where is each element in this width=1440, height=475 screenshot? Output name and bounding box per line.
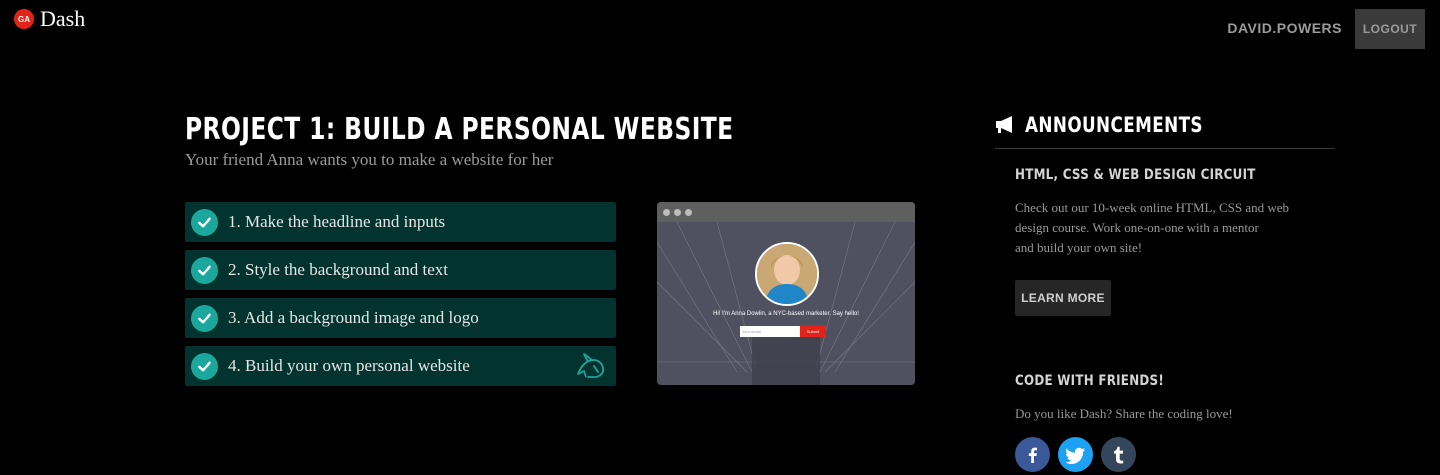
course-description: Check out our 10-week online HTML, CSS a… — [1015, 198, 1289, 258]
project-subtitle: Your friend Anna wants you to make a web… — [185, 150, 554, 169]
twitter-share-button[interactable] — [1058, 437, 1093, 472]
window-dot-icon — [674, 208, 681, 216]
step-label: 1. Make the headline and inputs — [228, 212, 446, 231]
step-label: 3. Add a background image and logo — [228, 308, 479, 327]
browser-bar — [657, 202, 915, 222]
project-title: PROJECT 1: BUILD A PERSONAL WEBSITE — [185, 112, 734, 147]
preview-body: Hi! I'm Anna Dowlin, a NYC-based markete… — [657, 222, 915, 385]
tumblr-share-button[interactable] — [1101, 437, 1136, 472]
megaphone-icon — [996, 116, 1012, 133]
logout-button[interactable]: LOGOUT — [1355, 9, 1425, 49]
username[interactable]: DAVID.POWERS — [1227, 20, 1342, 36]
step-item-3[interactable]: 3. Add a background image and logo — [185, 298, 616, 338]
step-label: 2. Style the background and text — [228, 260, 449, 279]
avatar — [755, 242, 819, 306]
step-label: 4. Build your own personal website — [228, 356, 470, 375]
divider — [995, 148, 1335, 149]
twitter-icon — [1065, 447, 1085, 464]
course-description-line: design course. Work one-on-one with a me… — [1015, 220, 1259, 235]
preview-email-input: Your email — [740, 326, 800, 337]
check-icon — [191, 256, 218, 284]
check-icon — [191, 208, 218, 236]
preview-form: Your email Submit — [740, 326, 826, 337]
announcements-header: ANNOUNCEMENTS — [995, 113, 1247, 137]
announcements-title: ANNOUNCEMENTS — [1025, 113, 1203, 137]
friends-text: Do you like Dash? Share the coding love! — [1015, 406, 1233, 421]
course-title: HTML, CSS & WEB DESIGN CIRCUIT — [1015, 167, 1256, 183]
window-dot-icon — [663, 208, 670, 216]
course-description-line: and build your own site! — [1015, 240, 1143, 255]
unicorn-badge-icon — [577, 353, 605, 378]
step-item-2[interactable]: 2. Style the background and text — [185, 250, 616, 290]
facebook-icon — [1028, 447, 1037, 463]
learn-more-button[interactable]: LEARN MORE — [1015, 280, 1111, 316]
logo-text: Dash — [40, 6, 86, 31]
website-preview: Hi! I'm Anna Dowlin, a NYC-based markete… — [657, 202, 915, 385]
check-icon — [191, 304, 218, 332]
preview-submit-button: Submit — [800, 326, 826, 337]
step-list: 1. Make the headline and inputs 2. Style… — [185, 202, 616, 394]
tumblr-icon — [1113, 446, 1123, 463]
step-item-1[interactable]: 1. Make the headline and inputs — [185, 202, 616, 242]
dash-logo[interactable]: GA Dash — [14, 6, 85, 32]
course-description-line: Check out our 10-week online HTML, CSS a… — [1015, 200, 1290, 215]
step-item-4[interactable]: 4. Build your own personal website — [185, 346, 616, 386]
window-dot-icon — [685, 208, 692, 216]
facebook-share-button[interactable] — [1015, 437, 1050, 472]
friends-title: CODE WITH FRIENDS! — [1015, 373, 1165, 389]
check-icon — [191, 352, 218, 380]
ga-logo-icon: GA — [14, 9, 34, 29]
preview-greeting: Hi! I'm Anna Dowlin, a NYC-based markete… — [713, 311, 859, 317]
